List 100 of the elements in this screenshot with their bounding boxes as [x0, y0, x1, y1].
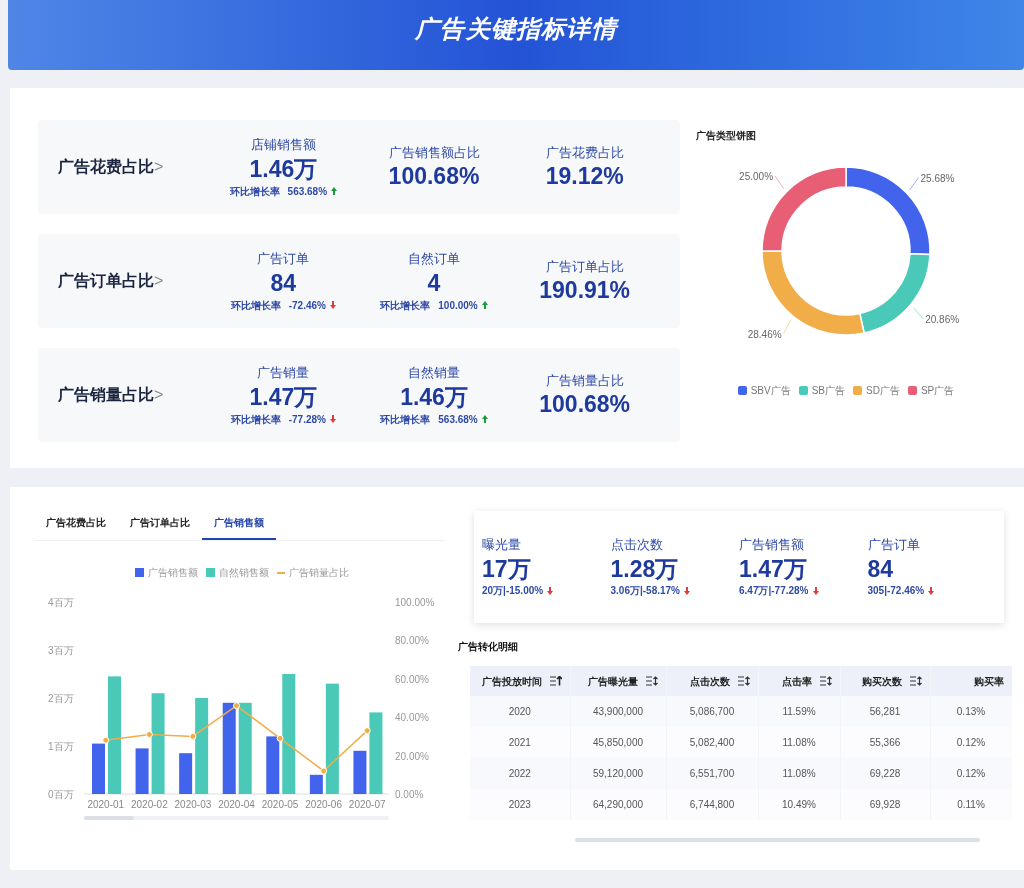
- metric-label: 店铺销售额: [250, 136, 316, 155]
- leader-line: [774, 175, 785, 190]
- axis-label: 2020-02: [131, 799, 168, 810]
- axis-label: 0.00%: [395, 789, 424, 800]
- legend-swatch: [853, 386, 863, 395]
- legend-swatch: [737, 386, 747, 395]
- growth-value: -72.46%: [288, 298, 326, 313]
- axis-label: 4百万: [48, 597, 74, 608]
- kpi-compare: 6.47万|-77.28%: [739, 584, 809, 599]
- growth-label: 环比增长率: [380, 412, 431, 427]
- metric-label: 广告订单: [257, 250, 310, 269]
- chevron-text[interactable]: >: [154, 269, 164, 293]
- kpi-value: 84: [867, 554, 895, 584]
- bar: [179, 753, 193, 794]
- metric-label: 自然订单: [408, 250, 460, 269]
- slice-label: 20.86%: [925, 314, 960, 326]
- panel-title: 广告类型饼图: [696, 129, 757, 143]
- kpi-compare: 3.06万|-58.17%: [610, 584, 680, 599]
- axis-label: 2020-03: [174, 799, 212, 810]
- bar: [309, 774, 323, 794]
- leader-line: [912, 307, 924, 320]
- legend-label[interactable]: SB广告: [811, 383, 846, 398]
- axis-label: 80.00%: [395, 635, 429, 647]
- growth-value: 563.68%: [438, 412, 478, 427]
- line-point: [320, 767, 328, 775]
- bar: [135, 748, 149, 794]
- bar: [92, 743, 105, 794]
- chart-tab[interactable]: 广告花费占比: [34, 515, 118, 540]
- axis-label: 2020-04: [218, 799, 255, 810]
- metric-value: 1.46万: [400, 382, 468, 412]
- legend-label[interactable]: 广告销量占比: [289, 565, 349, 580]
- axis-label: 2020-07: [348, 799, 386, 810]
- kpi-label: 广告订单: [867, 536, 921, 554]
- axis-label: 2百万: [48, 693, 74, 704]
- metric-value: 190.91%: [539, 276, 631, 306]
- metric-label: 广告花费占比: [545, 143, 624, 162]
- growth-value: 563.68%: [287, 184, 328, 199]
- metric-label: 广告销量占比: [545, 371, 624, 390]
- kpi-label: 曝光量: [482, 536, 522, 554]
- axis-label: 2020-05: [261, 799, 299, 810]
- axis-label: 60.00%: [395, 673, 429, 685]
- chart-tab[interactable]: 广告订单占比: [118, 515, 202, 540]
- legend-swatch: [135, 568, 144, 577]
- sort-icon[interactable]: [737, 676, 750, 686]
- legend-label[interactable]: SP广告: [920, 383, 955, 398]
- growth-value: 100.00%: [438, 298, 478, 313]
- chevron-text[interactable]: >: [154, 155, 164, 179]
- leader-line: [909, 177, 920, 191]
- kpi-value: 1.47万: [739, 554, 808, 584]
- table-cell: 69,928: [840, 789, 930, 820]
- line-point: [276, 734, 284, 742]
- line-point: [363, 727, 371, 735]
- table-cell: 6,744,800: [666, 789, 758, 820]
- axis-label: 1百万: [48, 741, 74, 752]
- metric-value: 1.46万: [249, 154, 318, 184]
- table-cell: 64,290,000: [570, 789, 666, 820]
- line-point: [233, 702, 240, 710]
- axis-label: 100.00%: [395, 597, 435, 608]
- slice-label: 25.00%: [739, 171, 774, 183]
- sort-icon[interactable]: [909, 676, 922, 686]
- metric-label: 广告销售额占比: [388, 143, 480, 162]
- legend-label[interactable]: 自然销售额: [219, 565, 269, 580]
- axis-label: 2020-06: [305, 799, 342, 810]
- scrollbar[interactable]: [575, 838, 980, 842]
- kpi-label: 点击次数: [610, 536, 664, 554]
- kpi-compare: 305|-72.46%: [867, 584, 925, 599]
- line-point: [145, 731, 153, 738]
- growth-label: 环比增长率: [230, 298, 281, 313]
- growth-label: 环比增长率: [380, 298, 431, 313]
- leader-line: [783, 319, 792, 335]
- metric-value: 19.12%: [545, 162, 624, 192]
- metric-value: 100.68%: [539, 390, 631, 420]
- kpi-value: 1.28万: [610, 554, 680, 584]
- legend-label[interactable]: SD广告: [866, 383, 900, 398]
- bar: [353, 750, 367, 794]
- metric-label: 广告销量: [257, 364, 310, 383]
- bar: [266, 736, 280, 794]
- axis-label: 3百万: [48, 645, 74, 656]
- stat-title: 广告花费占比: [58, 157, 154, 177]
- metric-value: 4: [427, 268, 441, 298]
- kpi-compare: 20万|-15.00%: [482, 584, 544, 599]
- metric-label: 自然销量: [408, 364, 460, 383]
- legend-swatch: [206, 568, 215, 577]
- slice-label: 28.46%: [747, 328, 782, 340]
- chevron-text[interactable]: >: [154, 383, 164, 407]
- sort-icon[interactable]: [819, 676, 832, 686]
- scrollbar[interactable]: [84, 816, 134, 820]
- legend-swatch: [907, 386, 917, 395]
- kpi-label: 广告销售额: [739, 536, 805, 554]
- sort-icon[interactable]: [645, 676, 658, 686]
- sort-icon[interactable]: [549, 676, 562, 686]
- legend-label[interactable]: 广告销售额: [148, 565, 198, 580]
- table-cell: 10.49%: [758, 789, 840, 820]
- chart-tab[interactable]: 广告销售额: [202, 515, 276, 540]
- stat-title: 广告订单占比: [58, 271, 154, 291]
- axis-label: 0百万: [48, 789, 74, 800]
- metric-value: 84: [270, 268, 297, 298]
- legend-label[interactable]: SBV广告: [750, 383, 791, 398]
- axis-label: 20.00%: [395, 750, 429, 762]
- line-point: [189, 732, 197, 740]
